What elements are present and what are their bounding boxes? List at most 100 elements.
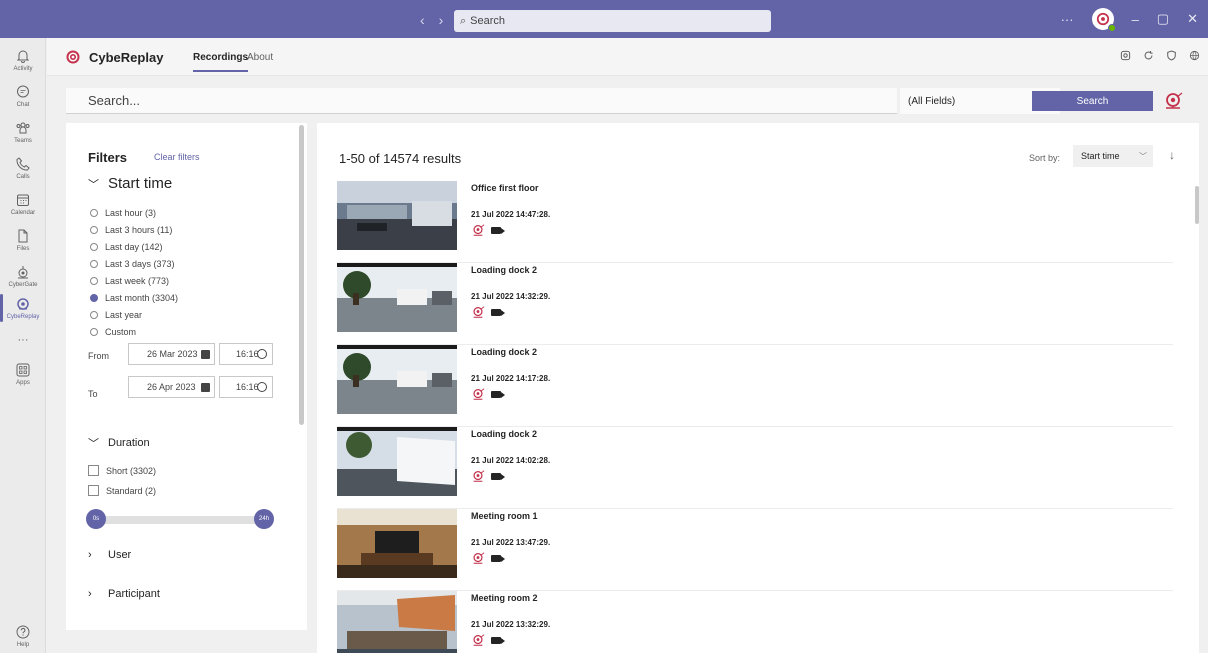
start-time-section-toggle[interactable]: ﹀ Start time [88, 175, 172, 192]
video-camera-icon [491, 226, 505, 234]
more-options-button[interactable]: ··· [1061, 12, 1074, 27]
radio-label: Last year [105, 310, 143, 320]
radio-last-3-days[interactable]: Last 3 days (373) [90, 259, 175, 269]
title-bar: ‹ › ⌕ Search ··· – ▢ ✕ [0, 0, 1208, 38]
table-row[interactable]: Meeting room 2 21 Jul 2022 13:32:29. [337, 591, 1173, 653]
from-time-value: 16:16 [236, 349, 259, 359]
cybergate-icon [18, 266, 28, 279]
video-camera-icon [491, 554, 505, 562]
app-name: CybeReplay [89, 50, 164, 65]
refresh-icon[interactable] [1143, 50, 1154, 61]
radio-label: Custom [105, 327, 137, 337]
checkbox-short[interactable]: Short (3302) [88, 465, 156, 476]
tab-recordings[interactable]: Recordings [193, 52, 249, 72]
recording-thumbnail-image [337, 591, 457, 653]
radio-last-month[interactable]: Last month (3304) [90, 293, 178, 303]
to-date-field[interactable]: 26 Apr 2023 [128, 376, 215, 398]
radio-custom[interactable]: Custom [90, 327, 136, 337]
teams-icon [16, 122, 30, 134]
back-icon[interactable]: ‹ [420, 12, 425, 28]
search-button[interactable]: Search [1032, 91, 1153, 111]
recording-thumbnail[interactable] [337, 345, 457, 414]
radio-circle-selected [90, 294, 98, 302]
close-button[interactable]: ✕ [1187, 11, 1198, 27]
recording-title[interactable]: Loading dock 2 [471, 429, 537, 439]
rail-item-chat[interactable]: Chat [0, 78, 46, 114]
globe-icon[interactable] [1189, 50, 1200, 61]
clock-icon [257, 382, 267, 392]
recording-title[interactable]: Loading dock 2 [471, 265, 537, 275]
rail-item-calendar[interactable]: Calendar [0, 186, 46, 222]
rail-label: Activity [13, 66, 33, 72]
to-date-value: 26 Apr 2023 [147, 382, 196, 392]
duration-slider-max-handle[interactable]: 24h [254, 509, 274, 529]
filters-scrollbar[interactable] [299, 125, 304, 425]
recording-thumbnail[interactable] [337, 591, 457, 653]
rail-item-apps[interactable]: Apps [0, 356, 46, 392]
chat-icon [17, 85, 29, 98]
app-rail: Activity Chat Teams Calls Calendar Files… [0, 38, 46, 653]
recording-thumbnail[interactable] [337, 427, 457, 496]
rail-item-more[interactable]: ··· [0, 322, 46, 358]
popout-icon[interactable] [1120, 50, 1131, 61]
table-row[interactable]: Loading dock 2 21 Jul 2022 14:02:28. [337, 427, 1173, 509]
calendar-icon [17, 194, 29, 206]
radio-last-week[interactable]: Last week (773) [90, 276, 169, 286]
history-nav: ‹ › [420, 12, 443, 28]
radio-last-hour[interactable]: Last hour (3) [90, 208, 156, 218]
clear-filters-link[interactable]: Clear filters [154, 152, 200, 162]
results-scrollbar[interactable] [1195, 186, 1199, 224]
duration-slider-track[interactable] [96, 516, 261, 524]
duration-section-toggle[interactable]: ﹀ Duration [88, 435, 150, 451]
table-row[interactable]: Office first floor 21 Jul 2022 14:47:28. [337, 181, 1173, 263]
recording-time: 21 Jul 2022 14:32:29. [471, 292, 551, 301]
participant-section-toggle[interactable]: › Participant [88, 588, 160, 600]
duration-slider-min-handle[interactable]: 0s [86, 509, 106, 529]
sort-select[interactable]: Start time ﹀ [1073, 145, 1153, 167]
rail-item-calls[interactable]: Calls [0, 150, 46, 186]
recording-thumbnail[interactable] [337, 263, 457, 332]
recording-thumbnail[interactable] [337, 509, 457, 578]
maximize-button[interactable]: ▢ [1157, 11, 1169, 27]
checkbox-standard[interactable]: Standard (2) [88, 485, 156, 496]
rail-item-cybereplay[interactable]: CybeReplay [0, 290, 46, 326]
recording-time: 21 Jul 2022 13:32:29. [471, 620, 551, 629]
recording-title[interactable]: Meeting room 1 [471, 511, 538, 521]
minimize-button[interactable]: – [1132, 12, 1139, 27]
rail-item-cybergate[interactable]: CyberGate [0, 258, 46, 294]
table-row[interactable]: Loading dock 2 21 Jul 2022 14:32:29. [337, 263, 1173, 345]
tab-about[interactable]: About [247, 52, 273, 63]
global-search-placeholder: Search [470, 15, 506, 27]
results-count: 1-50 of 14574 results [339, 151, 462, 166]
rail-item-teams[interactable]: Teams [0, 114, 46, 150]
shield-icon[interactable] [1166, 50, 1177, 61]
checkbox-box [88, 485, 99, 496]
sort-direction-button[interactable]: ↓ [1169, 148, 1175, 162]
recording-title[interactable]: Office first floor [471, 183, 539, 193]
forward-icon[interactable]: › [439, 12, 444, 28]
recording-type-icons [471, 223, 505, 237]
recording-title[interactable]: Loading dock 2 [471, 347, 537, 357]
radio-last-year[interactable]: Last year [90, 310, 142, 320]
avatar[interactable] [1091, 8, 1116, 32]
recordings-search-input[interactable]: Search... [66, 88, 897, 114]
rail-item-activity[interactable]: Activity [0, 42, 46, 78]
user-section-toggle[interactable]: › User [88, 549, 131, 561]
calendar-icon [201, 383, 210, 392]
table-row[interactable]: Meeting room 1 21 Jul 2022 13:47:29. [337, 509, 1173, 591]
radio-last-day[interactable]: Last day (142) [90, 242, 163, 252]
radio-label: Last month (3304) [105, 293, 179, 303]
recording-thumbnail[interactable] [337, 181, 457, 250]
global-search-input[interactable]: ⌕ Search [454, 10, 771, 32]
recording-thumbnail-image [337, 263, 457, 332]
from-time-field[interactable]: 16:16 [219, 343, 273, 365]
rail-item-files[interactable]: Files [0, 222, 46, 258]
recording-type-icons [471, 469, 505, 483]
table-row[interactable]: Loading dock 2 21 Jul 2022 14:17:28. [337, 345, 1173, 427]
recording-title[interactable]: Meeting room 2 [471, 593, 538, 603]
to-time-field[interactable]: 16:16 [219, 376, 273, 398]
radio-label: Last day (142) [105, 242, 163, 252]
radio-last-3-hours[interactable]: Last 3 hours (11) [90, 225, 172, 235]
from-date-field[interactable]: 26 Mar 2023 [128, 343, 215, 365]
rail-item-help[interactable]: Help [0, 618, 46, 653]
